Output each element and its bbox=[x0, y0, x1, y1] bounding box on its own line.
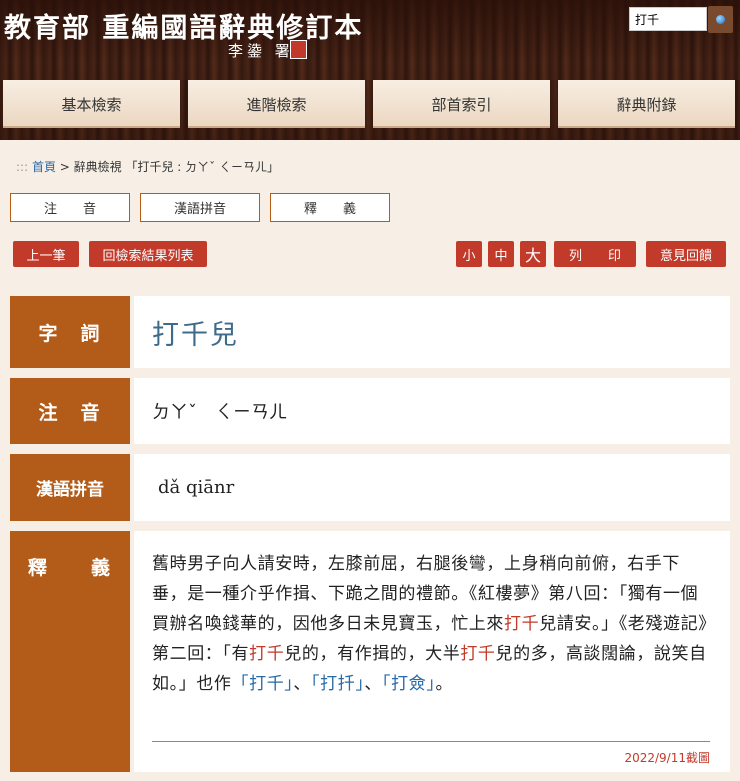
divider bbox=[152, 741, 710, 742]
definition-segment: 、 bbox=[293, 674, 312, 694]
highlight-term: 打千 bbox=[249, 644, 285, 664]
pinyin-row: 漢語拼音 dǎ qiānr bbox=[10, 454, 730, 521]
definition-box: 舊時男子向人請安時，左膝前屈，右腿後彎，上身稍向前俯，右手下垂，是一種介乎作揖、… bbox=[134, 531, 730, 772]
feedback-button[interactable]: 意見回饋 bbox=[646, 241, 726, 267]
definition-text: 舊時男子向人請安時，左膝前屈，右腿後彎，上身稍向前俯，右手下垂，是一種介乎作揖、… bbox=[152, 549, 712, 699]
site-header: 教育部 重編國語辭典修訂本 李鍌 署 基本檢索 進階檢索 部首索引 辭典附錄 bbox=[0, 0, 740, 140]
variant-link[interactable]: 「打千」 bbox=[232, 674, 294, 694]
font-small-button[interactable]: 小 bbox=[456, 241, 482, 267]
definition-label: 釋 義 bbox=[10, 531, 130, 772]
view-tabs: 注 音 漢語拼音 釋 義 bbox=[10, 193, 390, 222]
print-button[interactable]: 列 印 bbox=[554, 241, 636, 267]
zhuyin-label: 注 音 bbox=[10, 378, 130, 444]
back-to-results-button[interactable]: 回檢索結果列表 bbox=[89, 241, 207, 267]
word-row: 字 詞 打千兒 bbox=[10, 296, 730, 368]
nav-advanced-search[interactable]: 進階檢索 bbox=[188, 80, 365, 128]
definition-segment: 、 bbox=[364, 674, 383, 694]
word-label: 字 詞 bbox=[10, 296, 130, 368]
main-nav: 基本檢索 進階檢索 部首索引 辭典附錄 bbox=[3, 80, 735, 128]
search-icon bbox=[716, 15, 725, 24]
search-button[interactable] bbox=[708, 6, 733, 33]
breadcrumb-current: > 辭典檢視 「打千兒 : ㄉㄚˇ ㄑㄧㄢㄦ」 bbox=[55, 160, 279, 174]
highlight-term: 打千 bbox=[460, 644, 496, 664]
definition-row: 釋 義 舊時男子向人請安時，左膝前屈，右腿後彎，上身稍向前俯，右手下垂，是一種介… bbox=[10, 531, 730, 772]
prev-entry-button[interactable]: 上一筆 bbox=[13, 241, 79, 267]
tab-definition[interactable]: 釋 義 bbox=[270, 193, 390, 222]
definition-segment: 。 bbox=[435, 674, 454, 694]
nav-appendix[interactable]: 辭典附錄 bbox=[558, 80, 735, 128]
nav-radical-index[interactable]: 部首索引 bbox=[373, 80, 550, 128]
seal-stamp-icon bbox=[290, 40, 307, 59]
pinyin-label: 漢語拼音 bbox=[10, 454, 130, 521]
highlight-term: 打千 bbox=[504, 614, 540, 634]
tab-zhuyin[interactable]: 注 音 bbox=[10, 193, 130, 222]
content-panel: ::: 首頁 > 辭典檢視 「打千兒 : ㄉㄚˇ ㄑㄧㄢㄦ」 注 音 漢語拼音 … bbox=[0, 140, 740, 781]
variant-link[interactable]: 「打僉」 bbox=[382, 674, 435, 694]
calligrapher-signature: 李鍌 署 bbox=[228, 42, 294, 60]
site-title: 教育部 重編國語辭典修訂本 bbox=[4, 13, 364, 44]
pinyin-value: dǎ qiānr bbox=[158, 477, 235, 498]
screenshot-date: 2022/9/11截圖 bbox=[624, 751, 710, 765]
font-medium-button[interactable]: 中 bbox=[488, 241, 514, 267]
tab-pinyin[interactable]: 漢語拼音 bbox=[140, 193, 260, 222]
zhuyin-row: 注 音 ㄉㄚˇ ㄑㄧㄢㄦ bbox=[10, 378, 730, 444]
breadcrumb-home-link[interactable]: 首頁 bbox=[32, 160, 56, 174]
definition-segment: 兒的，有作揖的，大半 bbox=[284, 644, 461, 664]
variant-link[interactable]: 「打扦」 bbox=[311, 674, 364, 694]
word-value: 打千兒 bbox=[152, 319, 239, 351]
font-large-button[interactable]: 大 bbox=[520, 241, 546, 267]
breadcrumb-dots: ::: bbox=[16, 160, 29, 174]
nav-basic-search[interactable]: 基本檢索 bbox=[3, 80, 180, 128]
breadcrumb: ::: 首頁 > 辭典檢視 「打千兒 : ㄉㄚˇ ㄑㄧㄢㄦ」 bbox=[16, 158, 279, 175]
search-input[interactable] bbox=[629, 7, 707, 31]
zhuyin-value: ㄉㄚˇ ㄑㄧㄢㄦ bbox=[152, 402, 287, 423]
